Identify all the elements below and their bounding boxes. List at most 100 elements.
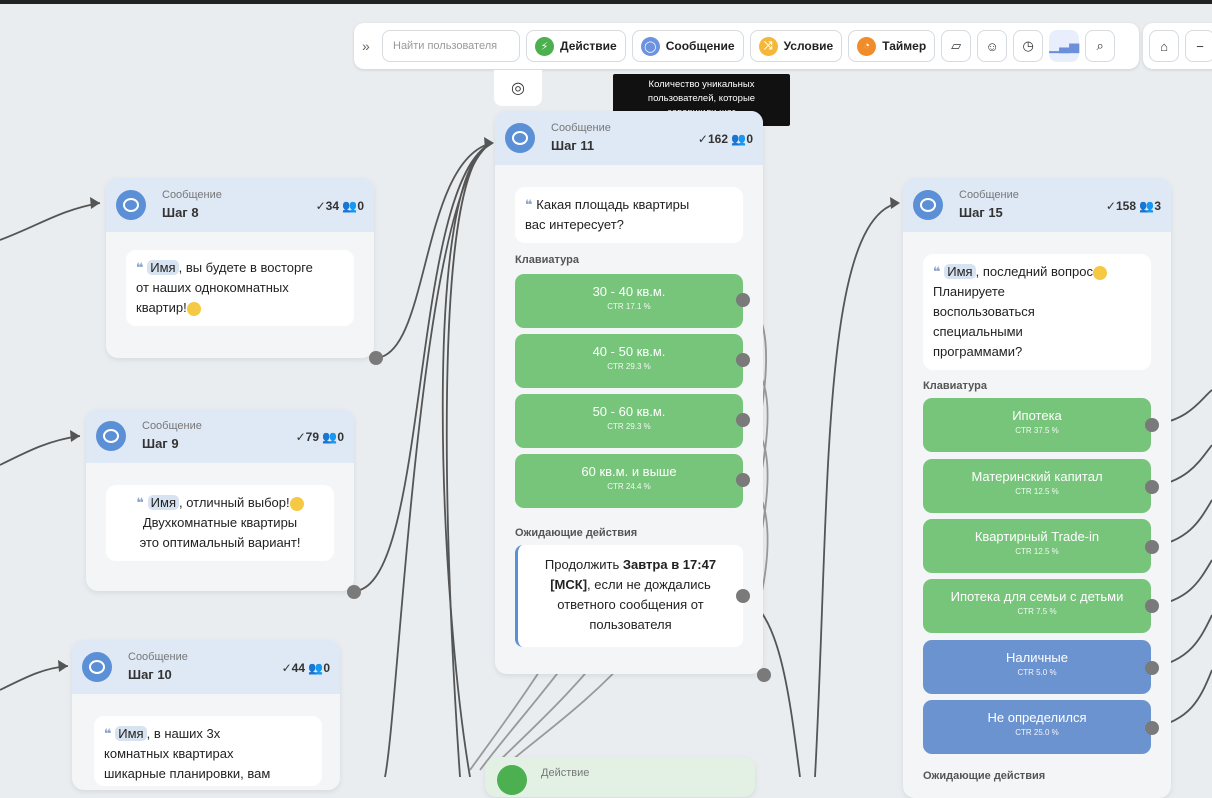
waiting-actions-label: Ожидающие действия (515, 527, 638, 539)
message-text: воспользоваться (933, 304, 1035, 319)
node-type: Сообщение (959, 189, 1019, 201)
users-waiting-count: 0 (323, 661, 330, 675)
emoji-icon (1093, 265, 1108, 280)
node-header: Сообщение Шаг 10 ✓44 👥0 (72, 640, 340, 694)
output-port[interactable] (736, 353, 750, 367)
keyboard-button[interactable]: 60 кв.м. и выше CTR 24.4 % (515, 454, 743, 508)
node-type: Сообщение (162, 189, 222, 201)
message-node-icon (82, 652, 112, 682)
output-port[interactable] (347, 585, 361, 599)
add-action-button[interactable]: ⚡ Действие (526, 30, 626, 62)
button-label: Квартирный Trade-in (974, 529, 1100, 544)
name-variable: Имя (115, 726, 147, 741)
message-node-icon (505, 123, 535, 153)
button-ctr: CTR 24.4 % (607, 482, 651, 491)
quote-icon: ❝ (525, 197, 533, 212)
search-icon[interactable]: ⌕ (1085, 30, 1116, 62)
node-title: Шаг 8 (162, 205, 199, 220)
home-icon[interactable]: ⌂ (1149, 30, 1179, 62)
output-port[interactable] (369, 351, 383, 365)
add-condition-label: Условие (783, 39, 834, 53)
start-target-icon[interactable]: ◎ (494, 70, 542, 106)
node-type: Сообщение (142, 420, 202, 432)
keyboard-button[interactable]: Наличные CTR 5.0 % (923, 640, 1151, 694)
output-port[interactable] (1145, 540, 1159, 554)
users-completed-icon: ✓ (697, 132, 708, 146)
add-user-icon[interactable]: ☺ (977, 30, 1008, 62)
message-bubble: ❝ Имя, в наших 3х комнатных квартирах ши… (94, 716, 322, 786)
keyboard-button[interactable]: Не определился CTR 25.0 % (923, 700, 1151, 754)
message-text: программами? (933, 344, 1023, 359)
keyboard-button[interactable]: Ипотека CTR 37.5 % (923, 398, 1151, 452)
add-condition-button[interactable]: ⤨ Условие (749, 30, 843, 62)
node-action[interactable]: Действие (485, 757, 755, 797)
toolbar: » Найти пользователя ⚡ Действие ◯ Сообще… (354, 23, 1139, 69)
users-waiting-count: 0 (746, 132, 753, 146)
button-ctr: CTR 29.3 % (607, 422, 651, 431)
button-ctr: CTR 12.5 % (1015, 547, 1059, 556)
emoji-icon (289, 496, 304, 511)
message-text: вас интересует? (525, 217, 624, 232)
output-port[interactable] (1145, 599, 1159, 613)
node-header: Сообщение Шаг 15 ✓158 👥3 (903, 178, 1171, 232)
button-label: 30 - 40 кв.м. (592, 284, 666, 299)
waiting-action[interactable]: Продолжить Завтра в 17:47 [МСК], если не… (515, 545, 743, 647)
add-timer-button[interactable]: ◔ Таймер (848, 30, 936, 62)
users-completed-icon: ✓ (1105, 199, 1116, 213)
message-node-icon (96, 421, 126, 451)
stats-chart-icon[interactable]: ▁▃▅ (1049, 30, 1080, 62)
note-icon[interactable]: ▱ (941, 30, 972, 62)
output-port[interactable] (757, 668, 771, 682)
wait-text: Продолжить (544, 557, 623, 572)
message-text: Двухкомнатные квартиры (142, 515, 298, 530)
users-completed-icon: ✓ (295, 430, 306, 444)
users-completed-count: 44 (291, 661, 306, 675)
button-label: Не определился (987, 710, 1087, 725)
keyboard-button[interactable]: Ипотека для семьи с детьми CTR 7.5 % (923, 579, 1151, 633)
name-variable: Имя (944, 264, 976, 279)
node-step-10[interactable]: Сообщение Шаг 10 ✓44 👥0 ❝ Имя, в наших 3… (72, 640, 340, 790)
message-bubble-icon: ◯ (640, 36, 660, 56)
message-text: , в наших 3х (146, 726, 221, 741)
output-port[interactable] (1145, 480, 1159, 494)
output-port[interactable] (736, 473, 750, 487)
node-step-9[interactable]: Сообщение Шаг 9 ✓79 👥0 ❝ Имя, отличный в… (86, 409, 354, 591)
message-text: от наших однокомнатных (136, 280, 289, 295)
node-step-8[interactable]: Сообщение Шаг 8 ✓34 👥0 ❝ Имя, вы будете … (106, 178, 374, 358)
keyboard-button[interactable]: Материнский капитал CTR 12.5 % (923, 459, 1151, 513)
action-node-icon (497, 765, 527, 795)
quote-icon: ❝ (136, 260, 144, 275)
message-bubble: ❝ Имя, последний вопрос Планируете воспо… (923, 254, 1151, 370)
collapse-chevron-icon[interactable]: » (362, 38, 376, 54)
output-port[interactable] (736, 293, 750, 307)
users-completed-count: 79 (305, 430, 320, 444)
users-waiting-count: 3 (1154, 199, 1161, 213)
node-step-11[interactable]: Сообщение Шаг 11 ✓162 👥0 ❝ Какая площадь… (495, 111, 763, 674)
zoom-out-icon[interactable]: − (1185, 30, 1212, 62)
message-bubble: ❝ Какая площадь квартиры вас интересует? (515, 187, 743, 243)
node-step-15[interactable]: Сообщение Шаг 15 ✓158 👥3 ❝ Имя, последни… (903, 178, 1171, 798)
users-completed-icon: ✓ (281, 661, 292, 675)
output-port[interactable] (736, 589, 750, 603)
button-label: Материнский капитал (971, 469, 1103, 484)
node-type: Сообщение (128, 651, 188, 663)
keyboard-button[interactable]: 30 - 40 кв.м. CTR 17.1 % (515, 274, 743, 328)
users-waiting-icon: 👥 (308, 661, 324, 675)
output-port[interactable] (1145, 661, 1159, 675)
output-port[interactable] (1145, 721, 1159, 735)
button-ctr: CTR 29.3 % (607, 362, 651, 371)
button-label: 50 - 60 кв.м. (592, 404, 666, 419)
search-user-input[interactable]: Найти пользователя (382, 30, 520, 62)
tooltip-line: пользователей, которые (647, 93, 756, 104)
clock-icon[interactable]: ◷ (1013, 30, 1044, 62)
button-ctr: CTR 25.0 % (1015, 728, 1059, 737)
message-text: Какая площадь квартиры (536, 197, 690, 212)
output-port[interactable] (736, 413, 750, 427)
add-message-button[interactable]: ◯ Сообщение (631, 30, 744, 62)
keyboard-button[interactable]: 40 - 50 кв.м. CTR 29.3 % (515, 334, 743, 388)
button-label: Ипотека (1012, 408, 1062, 423)
keyboard-button[interactable]: 50 - 60 кв.м. CTR 29.3 % (515, 394, 743, 448)
keyboard-button[interactable]: Квартирный Trade-in CTR 12.5 % (923, 519, 1151, 573)
emoji-icon (186, 301, 201, 316)
output-port[interactable] (1145, 418, 1159, 432)
